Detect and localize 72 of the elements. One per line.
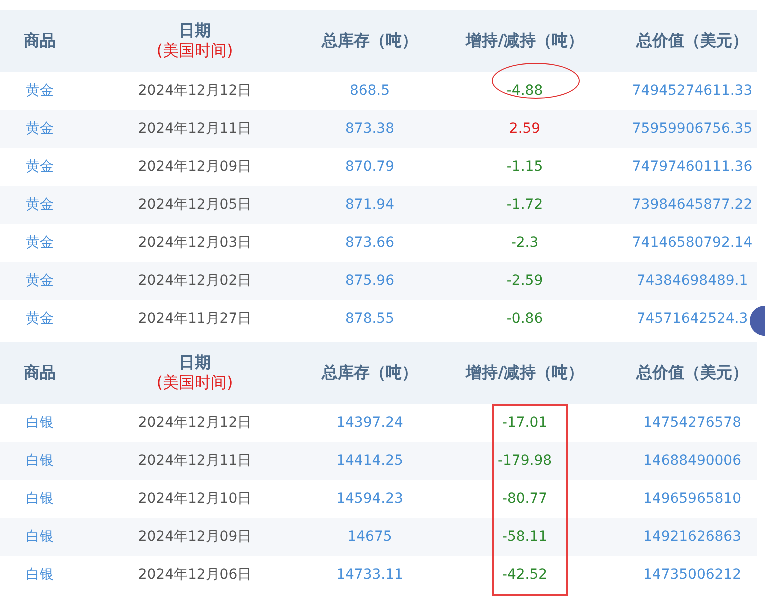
value-cell-text: 14754276578 bbox=[644, 414, 742, 432]
column-header: 总库存（吨） bbox=[322, 31, 418, 51]
stock-cell-text: 873.38 bbox=[346, 120, 394, 138]
column-header: 增持/减持（吨） bbox=[466, 31, 584, 51]
stock-cell-text: 14414.25 bbox=[336, 452, 404, 470]
value-cell-text: 74797460111.36 bbox=[632, 158, 753, 176]
date-cell-text: 2024年11月27日 bbox=[138, 310, 252, 328]
date-cell-text: 2024年12月12日 bbox=[138, 414, 252, 432]
change-cell-text: -17.01 bbox=[502, 414, 548, 432]
value-cell-text: 74945274611.33 bbox=[632, 82, 753, 100]
change-cell-text: -1.15 bbox=[506, 158, 544, 176]
commodity-cell-text: 白银 bbox=[26, 490, 54, 508]
value-cell-text: 73984645877.22 bbox=[632, 196, 753, 214]
commodity-cell-text: 黄金 bbox=[26, 120, 54, 138]
date-cell-text: 2024年12月02日 bbox=[138, 272, 252, 290]
change-cell-text: -2.3 bbox=[511, 234, 539, 252]
date-cell-text: 2024年12月10日 bbox=[138, 490, 252, 508]
change-cell-text: -179.98 bbox=[498, 452, 552, 470]
column-header: 日期 bbox=[179, 353, 211, 373]
stock-cell-text: 875.96 bbox=[346, 272, 394, 290]
date-cell-text: 2024年12月05日 bbox=[138, 196, 252, 214]
change-cell-text: -58.11 bbox=[502, 528, 548, 546]
change-cell-text: -80.77 bbox=[502, 490, 548, 508]
value-cell-text: 74384698489.1 bbox=[636, 272, 748, 290]
change-cell-text: -42.52 bbox=[502, 566, 548, 584]
commodity-cell-text: 白银 bbox=[26, 414, 54, 432]
commodity-cell-text: 黄金 bbox=[26, 82, 54, 100]
value-cell-text: 75959906756.35 bbox=[632, 120, 753, 138]
change-cell-text: -0.86 bbox=[506, 310, 544, 328]
column-header: 日期 bbox=[179, 21, 211, 41]
commodity-cell-text: 白银 bbox=[26, 528, 54, 546]
value-cell-text: 14921626863 bbox=[644, 528, 742, 546]
date-cell-text: 2024年12月06日 bbox=[138, 566, 252, 584]
stock-cell-text: 870.79 bbox=[346, 158, 394, 176]
commodity-cell-text: 黄金 bbox=[26, 310, 54, 328]
stock-cell-text: 868.5 bbox=[350, 82, 390, 100]
column-subheader: (美国时间) bbox=[156, 41, 234, 61]
value-cell-text: 14965965810 bbox=[644, 490, 742, 508]
date-cell-text: 2024年12月11日 bbox=[138, 452, 252, 470]
stock-cell-text: 871.94 bbox=[346, 196, 394, 214]
change-cell-text: -4.88 bbox=[506, 82, 544, 100]
column-header: 总价值（美元） bbox=[636, 363, 748, 383]
change-cell-text: -1.72 bbox=[506, 196, 544, 214]
commodity-cell-text: 白银 bbox=[26, 452, 54, 470]
column-header: 总价值（美元） bbox=[636, 31, 748, 51]
date-cell-text: 2024年12月09日 bbox=[138, 528, 252, 546]
date-cell-text: 2024年12月03日 bbox=[138, 234, 252, 252]
stock-cell-text: 14594.23 bbox=[336, 490, 404, 508]
commodity-cell-text: 黄金 bbox=[26, 196, 54, 214]
stock-cell-text: 873.66 bbox=[346, 234, 394, 252]
commodity-cell-text: 黄金 bbox=[26, 158, 54, 176]
value-cell-text: 74571642524.3 bbox=[636, 310, 748, 328]
change-cell-text: -2.59 bbox=[506, 272, 544, 290]
value-cell-text: 14735006212 bbox=[644, 566, 742, 584]
value-cell-text: 74146580792.14 bbox=[632, 234, 753, 252]
value-cell-text: 14688490006 bbox=[644, 452, 742, 470]
date-cell-text: 2024年12月09日 bbox=[138, 158, 252, 176]
commodity-cell-text: 黄金 bbox=[26, 234, 54, 252]
stock-cell-text: 14733.11 bbox=[336, 566, 404, 584]
commodity-cell-text: 白银 bbox=[26, 566, 54, 584]
stock-cell-text: 14675 bbox=[348, 528, 392, 546]
column-header: 总库存（吨） bbox=[322, 363, 418, 383]
column-header: 商品 bbox=[24, 31, 56, 51]
change-cell-text: 2.59 bbox=[509, 120, 541, 138]
column-header: 商品 bbox=[24, 363, 56, 383]
commodity-cell-text: 黄金 bbox=[26, 272, 54, 290]
date-cell-text: 2024年12月11日 bbox=[138, 120, 252, 138]
stock-cell-text: 878.55 bbox=[346, 310, 394, 328]
column-header: 增持/减持（吨） bbox=[466, 363, 584, 383]
stock-cell-text: 14397.24 bbox=[336, 414, 404, 432]
date-cell-text: 2024年12月12日 bbox=[138, 82, 252, 100]
column-subheader: (美国时间) bbox=[156, 373, 234, 393]
